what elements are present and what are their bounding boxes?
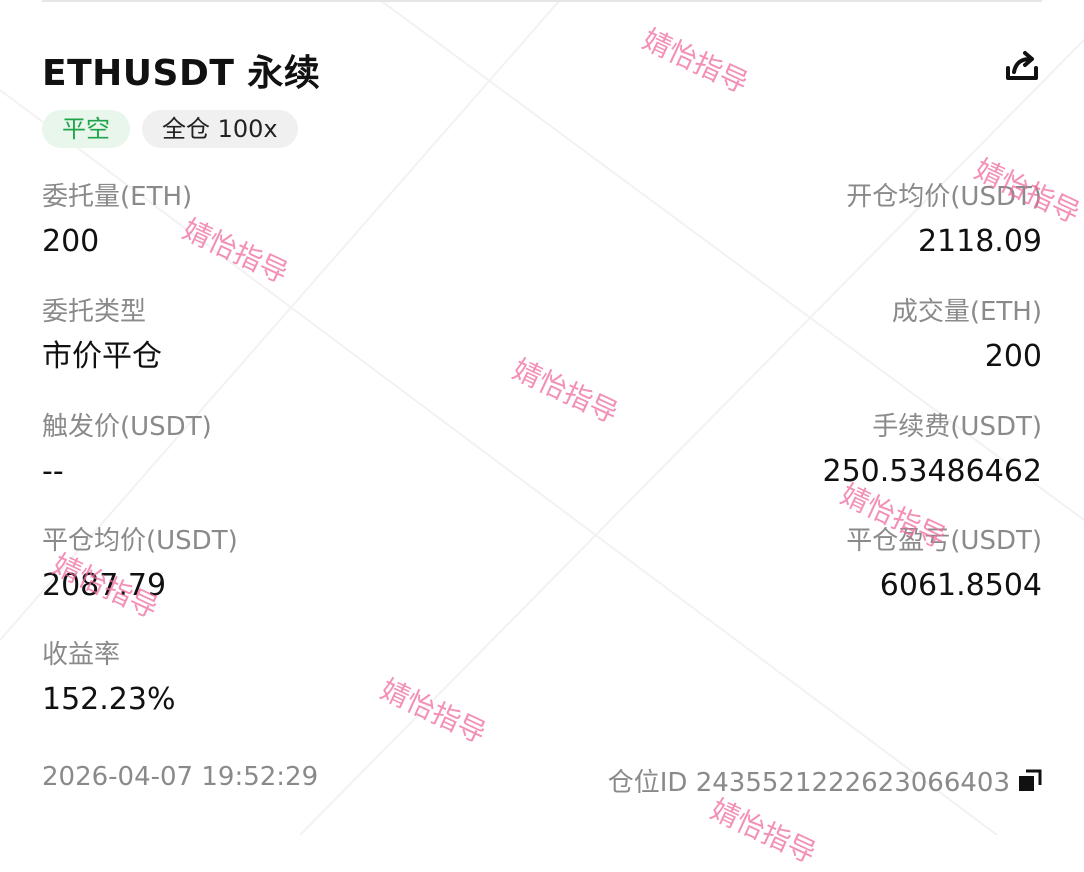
- open-avg-price-value: 2118.09: [917, 224, 1042, 259]
- close-pnl-value: 6061.8504: [879, 568, 1042, 603]
- order-type-value: 市价平仓: [42, 339, 162, 374]
- order-type-label: 委托类型: [42, 297, 147, 327]
- trigger-price-value: --: [42, 454, 64, 489]
- watermark: 婧怡指导: [177, 212, 294, 290]
- order-qty-field: 委托量(ETH) 200: [42, 180, 192, 262]
- order-type-field: 委托类型 市价平仓: [42, 295, 162, 377]
- order-qty-label: 委托量(ETH): [42, 182, 193, 212]
- fee-value: 250.53486462: [822, 454, 1043, 489]
- trigger-price-field: 触发价(USDT) --: [42, 410, 212, 492]
- fee-label: 手续费(USDT): [872, 412, 1042, 442]
- close-pnl-field: 平仓盈亏(USDT) 6061.8504: [846, 524, 1042, 606]
- order-qty-value: 200: [42, 224, 100, 259]
- direction-badge: 平空: [42, 110, 130, 148]
- open-avg-price-field: 开仓均价(USDT) 2118.09: [846, 180, 1042, 262]
- filled-qty-field: 成交量(ETH) 200: [892, 295, 1042, 377]
- close-avg-price-field: 平仓均价(USDT) 2087.79: [42, 524, 238, 606]
- watermark: 婧怡指导: [705, 792, 822, 870]
- filled-qty-value: 200: [984, 339, 1042, 374]
- tag-row: 平空 全仓 100x: [42, 110, 298, 148]
- share-button[interactable]: [1002, 46, 1042, 86]
- page-title: ETHUSDT 永续: [42, 53, 321, 94]
- position-id-row: 仓位ID 2435521222623066403: [608, 762, 1042, 799]
- close-avg-price-label: 平仓均价(USDT): [42, 526, 238, 556]
- close-avg-price-value: 2087.79: [42, 568, 167, 603]
- copy-icon[interactable]: [1018, 769, 1042, 793]
- watermark: 婧怡指导: [637, 22, 754, 100]
- roi-value: 152.23%: [42, 682, 176, 717]
- roi-field: 收益率 152.23%: [42, 638, 175, 720]
- fee-field: 手续费(USDT) 250.53486462: [823, 410, 1043, 492]
- open-avg-price-label: 开仓均价(USDT): [846, 182, 1042, 212]
- watermark: 婧怡指导: [375, 672, 492, 750]
- trigger-price-label: 触发价(USDT): [42, 412, 212, 442]
- order-timestamp: 2026-04-07 19:52:29: [42, 762, 319, 792]
- top-divider: [42, 0, 1042, 2]
- watermark: 婧怡指导: [507, 352, 624, 430]
- share-icon: [1006, 51, 1038, 80]
- roi-label: 收益率: [42, 640, 121, 670]
- margin-mode-badge: 全仓 100x: [142, 110, 298, 148]
- filled-qty-label: 成交量(ETH): [891, 297, 1042, 327]
- position-id-text: 仓位ID 2435521222623066403: [607, 768, 1010, 798]
- close-pnl-label: 平仓盈亏(USDT): [846, 526, 1042, 556]
